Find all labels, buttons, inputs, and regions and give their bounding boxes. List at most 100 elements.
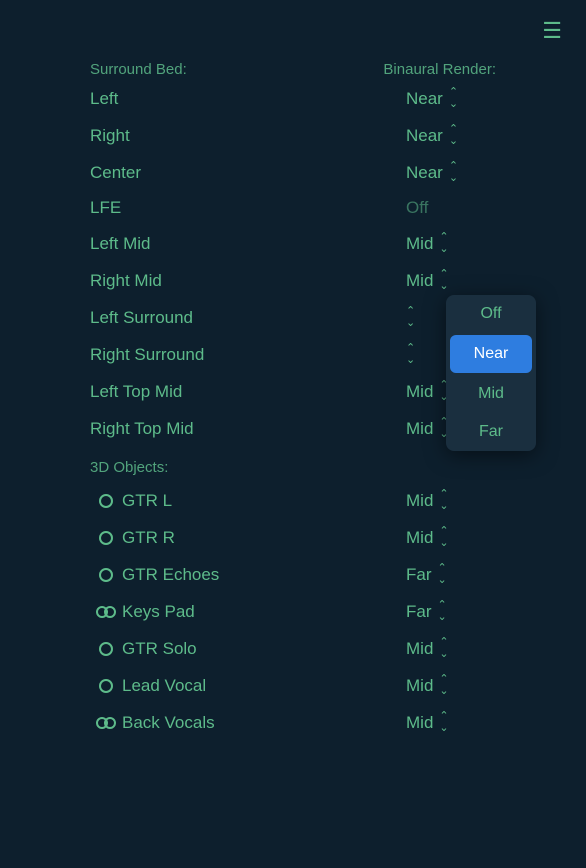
gtr-echoes-circle-icon [99,568,113,582]
lead-vocal-icon-cell [90,679,122,693]
gtr-solo-text: Mid [406,639,433,659]
gtr-echoes-label: GTR Echoes [122,565,406,585]
surround-lfe-text: Off [406,198,428,218]
surround-row-right: Right Near [0,117,586,154]
lead-vocal-value[interactable]: Mid [406,674,496,697]
surround-right-text: Near [406,126,443,146]
gtr-echoes-text: Far [406,565,432,585]
dropdown-menu: Off Near Mid Far [446,295,536,451]
surround-right-mid-value[interactable]: Mid [406,269,496,292]
gtr-l-circle-icon [99,494,113,508]
gtr-echoes-spinner[interactable] [438,563,447,586]
section-header-row: Surround Bed: Binaural Render: [0,54,586,80]
keys-pad-spinner[interactable] [438,600,447,623]
binaural-render-label: Binaural Render: [383,61,496,78]
dropdown-option-off[interactable]: Off [446,295,536,333]
lead-vocal-label: Lead Vocal [122,676,406,696]
surround-center-spinner[interactable] [449,161,458,184]
object-row-lead-vocal: Lead Vocal Mid [0,667,586,704]
object-row-gtr-solo: GTR Solo Mid [0,630,586,667]
surround-row-left-surround: Left Surround Off Near Mid Far [0,299,586,336]
gtr-l-text: Mid [406,491,433,511]
surround-row-lfe: LFE Off [0,191,586,225]
dropdown-option-near[interactable]: Near [450,335,532,373]
surround-left-text: Near [406,89,443,109]
surround-center-label: Center [90,163,406,183]
surround-right-surround-spinner[interactable] [406,343,415,366]
keys-pad-label: Keys Pad [122,602,406,622]
surround-right-mid-label: Right Mid [90,271,406,291]
back-vocals-text: Mid [406,713,433,733]
surround-lfe-value[interactable]: Off [406,198,496,218]
object-row-keys-pad: Keys Pad Far [0,593,586,630]
surround-right-top-mid-label: Right Top Mid [90,419,406,439]
gtr-r-icon-cell [90,531,122,545]
surround-left-surround-spinner[interactable] [406,306,415,329]
surround-right-mid-text: Mid [406,271,433,291]
surround-right-surround-label: Right Surround [90,345,406,365]
gtr-echoes-value[interactable]: Far [406,563,496,586]
surround-right-value[interactable]: Near [406,124,496,147]
lead-vocal-text: Mid [406,676,433,696]
gtr-r-text: Mid [406,528,433,548]
surround-row-left: Left Near [0,80,586,117]
surround-center-value[interactable]: Near [406,161,496,184]
object-row-gtr-echoes: GTR Echoes Far [0,556,586,593]
object-row-gtr-r: GTR R Mid [0,519,586,556]
surround-row-center: Center Near [0,154,586,191]
back-vocals-label: Back Vocals [122,713,406,733]
object-row-gtr-l: GTR L Mid [0,482,586,519]
dropdown-option-far[interactable]: Far [446,413,536,451]
surround-left-label: Left [90,89,406,109]
gtr-r-value[interactable]: Mid [406,526,496,549]
keys-pad-link-icon [96,606,116,618]
gtr-l-label: GTR L [122,491,406,511]
back-vocals-icon-cell [90,717,122,729]
keys-pad-text: Far [406,602,432,622]
surround-left-surround-label: Left Surround [90,308,406,328]
surround-right-mid-spinner[interactable] [439,269,448,292]
gtr-r-label: GTR R [122,528,406,548]
keys-pad-link-circle-2 [104,606,116,618]
lead-vocal-circle-icon [99,679,113,693]
header: ☰ [0,0,586,54]
surround-left-mid-text: Mid [406,234,433,254]
gtr-l-spinner[interactable] [439,489,448,512]
surround-row-right-mid: Right Mid Mid [0,262,586,299]
gtr-solo-value[interactable]: Mid [406,637,496,660]
surround-left-top-mid-label: Left Top Mid [90,382,406,402]
gtr-l-icon-cell [90,494,122,508]
keys-pad-value[interactable]: Far [406,600,496,623]
keys-pad-link-circles [96,606,116,618]
gtr-solo-icon-cell [90,642,122,656]
surround-right-spinner[interactable] [449,124,458,147]
surround-bed-label: Surround Bed: [90,61,383,78]
surround-left-mid-label: Left Mid [90,234,406,254]
dropdown-option-mid[interactable]: Mid [446,375,536,413]
objects-section-label: 3D Objects: [0,447,586,482]
back-vocals-link-circle-2 [104,717,116,729]
surround-lfe-label: LFE [90,198,406,218]
menu-icon[interactable]: ☰ [542,18,562,44]
back-vocals-value[interactable]: Mid [406,711,496,734]
back-vocals-link-circles [96,717,116,729]
surround-right-label: Right [90,126,406,146]
surround-left-mid-value[interactable]: Mid [406,232,496,255]
gtr-r-spinner[interactable] [439,526,448,549]
gtr-l-value[interactable]: Mid [406,489,496,512]
gtr-solo-spinner[interactable] [439,637,448,660]
surround-left-mid-spinner[interactable] [439,232,448,255]
back-vocals-link-icon [96,717,116,729]
gtr-r-circle-icon [99,531,113,545]
surround-left-top-mid-text: Mid [406,382,433,402]
keys-pad-icon-cell [90,606,122,618]
surround-right-top-mid-text: Mid [406,419,433,439]
binaural-dropdown[interactable]: Off Near Mid Far [446,295,536,451]
surround-row-left-mid: Left Mid Mid [0,225,586,262]
lead-vocal-spinner[interactable] [439,674,448,697]
gtr-solo-label: GTR Solo [122,639,406,659]
back-vocals-spinner[interactable] [439,711,448,734]
surround-left-value[interactable]: Near [406,87,496,110]
object-row-back-vocals: Back Vocals Mid [0,704,586,741]
surround-left-spinner[interactable] [449,87,458,110]
